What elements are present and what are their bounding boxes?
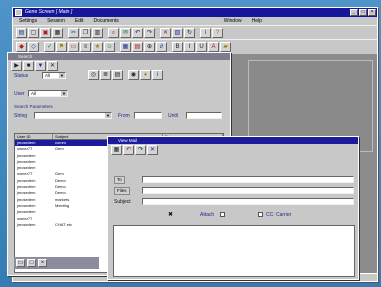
binoculars-icon[interactable]: ◎ — [88, 70, 99, 80]
italic-icon[interactable]: I — [184, 42, 195, 52]
string-input[interactable]: ▼ — [34, 112, 112, 119]
search-params-group: Search Parameters — [14, 104, 53, 109]
reply-icon[interactable]: ↶ — [123, 145, 134, 155]
chevron-down-icon: ▼ — [59, 73, 65, 78]
col-user-id[interactable]: User ID — [15, 134, 53, 139]
message-body[interactable] — [113, 225, 355, 277]
folder-icon[interactable]: ▭ — [68, 42, 79, 52]
print-icon[interactable]: ▦ — [111, 145, 122, 155]
flag-icon[interactable]: ✖ — [168, 211, 173, 218]
underline-icon[interactable]: U — [196, 42, 207, 52]
minimize-button[interactable]: _ — [350, 9, 358, 16]
color-icon[interactable]: A — [208, 42, 219, 52]
files-label[interactable]: Files — [114, 187, 130, 195]
save-icon[interactable]: ▣ — [40, 28, 51, 38]
search-window-title: Search — [8, 53, 230, 60]
user-select[interactable]: All ▼ — [28, 90, 68, 97]
toolbar-bottom: ◆ ◇ ✓ ⚑ ▭ ≡ ★ ☺ ▦ ▤ ⊕ ∂ B I U A ▰ — [13, 39, 377, 53]
flag-icon[interactable]: ⚑ — [56, 42, 67, 52]
reply-icon[interactable]: ↶ — [132, 28, 143, 38]
people-icon[interactable]: ☺ — [104, 42, 115, 52]
search-clear-icon[interactable]: ✕ — [47, 61, 58, 71]
restore-icon[interactable]: ▭ — [16, 259, 25, 267]
check-icon[interactable]: ✓ — [44, 42, 55, 52]
to-label[interactable]: To — [114, 176, 125, 184]
outbox-icon[interactable]: ◇ — [28, 42, 39, 52]
close-icon[interactable]: × — [38, 259, 47, 267]
menu-session[interactable]: Session — [47, 17, 65, 25]
maximize-button[interactable]: □ — [359, 9, 367, 16]
print-icon[interactable]: ▦ — [52, 28, 63, 38]
calendar-icon[interactable]: ▦ — [120, 42, 131, 52]
search-filter-icon[interactable]: ▼ — [35, 61, 46, 71]
until-input[interactable] — [186, 112, 222, 119]
menu-documents[interactable]: Documents — [94, 17, 119, 25]
help-icon[interactable]: ? — [212, 28, 223, 38]
paste-icon[interactable]: ▥ — [92, 28, 103, 38]
mail-icon[interactable]: ✉ — [120, 28, 131, 38]
string-label: String — [14, 113, 28, 119]
menu-edit[interactable]: Edit — [75, 17, 84, 25]
info-icon[interactable]: i — [200, 28, 211, 38]
files-field[interactable] — [142, 187, 354, 194]
search-go-icon[interactable]: ▶ — [11, 61, 22, 71]
refresh-icon[interactable]: ↻ — [184, 28, 195, 38]
window-title: Gene Screen [ Main ] — [25, 9, 73, 15]
status-label: Status — [14, 73, 29, 79]
forward-icon[interactable]: ↷ — [135, 145, 146, 155]
system-menu-icon[interactable] — [15, 9, 22, 16]
from-label: From — [118, 113, 130, 119]
maximize-icon[interactable]: □ — [27, 259, 36, 267]
attach-label: Attach — [200, 212, 215, 218]
chevron-down-icon: ▼ — [61, 91, 67, 96]
list-icon[interactable]: ≡ — [80, 42, 91, 52]
view-mail-title: View Mail — [108, 137, 358, 144]
highlight-icon[interactable]: ▰ — [220, 42, 231, 52]
view-mail-window: View Mail ▦ ↶ ↷ ✕ To Files Subject ✖ Att… — [107, 136, 359, 280]
to-field[interactable] — [142, 176, 354, 183]
cc-label: CC: Carrier — [266, 212, 292, 218]
chevron-down-icon: ▼ — [105, 113, 111, 118]
search-stop-icon[interactable]: ■ — [23, 61, 34, 71]
attach-icon[interactable]: ∂ — [156, 42, 167, 52]
cell-user-id: jmosedem — [17, 221, 36, 227]
bold-icon[interactable]: B — [172, 42, 183, 52]
search-icon[interactable]: ⌕ — [108, 28, 119, 38]
note-icon[interactable]: ▤ — [132, 42, 143, 52]
info-icon[interactable]: i — [152, 70, 163, 80]
view-mail-toolbar: ▦ ↶ ↷ ✕ — [108, 144, 358, 155]
eye-icon[interactable]: ◉ — [128, 70, 139, 80]
menu-help[interactable]: Help — [252, 17, 262, 25]
subject-label: Subject — [114, 199, 131, 205]
new-icon[interactable]: ▤ — [16, 28, 27, 38]
details-view-icon[interactable]: ▤ — [112, 70, 123, 80]
user-label: User — [14, 91, 25, 97]
menu-bar: Settings Session Edit Documents Window H… — [13, 17, 377, 25]
menu-settings[interactable]: Settings — [19, 17, 37, 25]
copy-icon[interactable]: ❐ — [80, 28, 91, 38]
until-label: Until — [168, 113, 179, 119]
list-view-icon[interactable]: ≣ — [100, 70, 111, 80]
menu-window[interactable]: Window — [224, 17, 242, 25]
close-button[interactable]: × — [368, 9, 376, 16]
open-icon[interactable]: ▢ — [28, 28, 39, 38]
properties-icon[interactable]: ▧ — [172, 28, 183, 38]
link-icon[interactable]: ⊕ — [144, 42, 155, 52]
subject-field[interactable] — [142, 198, 354, 205]
from-input[interactable] — [134, 112, 162, 119]
inbox-icon[interactable]: ◆ — [16, 42, 27, 52]
status-select[interactable]: All ▼ — [42, 72, 66, 79]
cut-icon[interactable]: ✂ — [68, 28, 79, 38]
delete-icon[interactable]: ✕ — [147, 145, 158, 155]
delete-icon[interactable]: ✕ — [160, 28, 171, 38]
star-icon[interactable]: ★ — [92, 42, 103, 52]
toolbar-top: ▤ ▢ ▣ ▦ ✂ ❐ ▥ ⌕ ✉ ↶ ↷ ✕ ▧ ↻ i ? — [13, 25, 377, 39]
attach-checkbox[interactable] — [220, 212, 225, 217]
title-bar: Gene Screen [ Main ] _ □ × — [13, 8, 377, 17]
cc-checkbox[interactable] — [258, 212, 263, 217]
bulb-icon[interactable]: ♦ — [140, 70, 151, 80]
minimized-window-bar: ▭ □ × — [14, 257, 99, 269]
forward-icon[interactable]: ↷ — [144, 28, 155, 38]
